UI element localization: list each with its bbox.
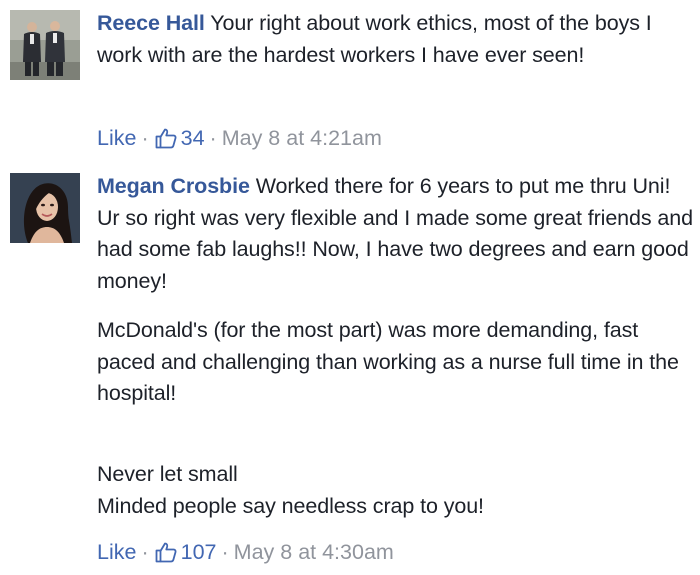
comment-text: Never let small Minded people say needle… (97, 462, 484, 518)
comment-author-link[interactable]: Megan Crosbie (97, 174, 250, 198)
separator-dot: · (141, 540, 149, 564)
comment-body: Megan Crosbie Worked there for 6 years t… (97, 171, 697, 522)
profile-photo-icon (10, 10, 80, 80)
comment-text: McDonald's (for the most part) was more … (97, 318, 679, 405)
comment-paragraph: Megan Crosbie Worked there for 6 years t… (97, 171, 697, 297)
profile-photo-icon (10, 173, 80, 243)
comment-paragraph: McDonald's (for the most part) was more … (97, 315, 697, 410)
comment-actions: Like · 34 · May 8 at 4:21am (97, 123, 382, 153)
separator-dot: · (209, 126, 217, 150)
separator-dot: · (221, 540, 229, 564)
like-count[interactable]: 107 (181, 537, 217, 567)
like-button[interactable]: Like (97, 123, 136, 153)
thumbs-up-icon[interactable] (154, 126, 178, 150)
comment-timestamp[interactable]: May 8 at 4:21am (222, 123, 382, 153)
thumbs-up-icon[interactable] (154, 540, 178, 564)
like-button[interactable]: Like (97, 537, 136, 567)
avatar[interactable] (10, 10, 80, 80)
separator-dot: · (141, 126, 149, 150)
comment-paragraph: Reece Hall Your right about work ethics,… (97, 8, 697, 71)
comment-timestamp[interactable]: May 8 at 4:30am (234, 537, 394, 567)
comment-body: Reece Hall Your right about work ethics,… (97, 8, 697, 71)
comment-author-link[interactable]: Reece Hall (97, 11, 205, 35)
comment-paragraph: Never let small Minded people say needle… (97, 428, 697, 523)
like-count[interactable]: 34 (181, 123, 205, 153)
comment-actions: Like · 107 · May 8 at 4:30am (97, 537, 394, 567)
avatar[interactable] (10, 173, 80, 243)
